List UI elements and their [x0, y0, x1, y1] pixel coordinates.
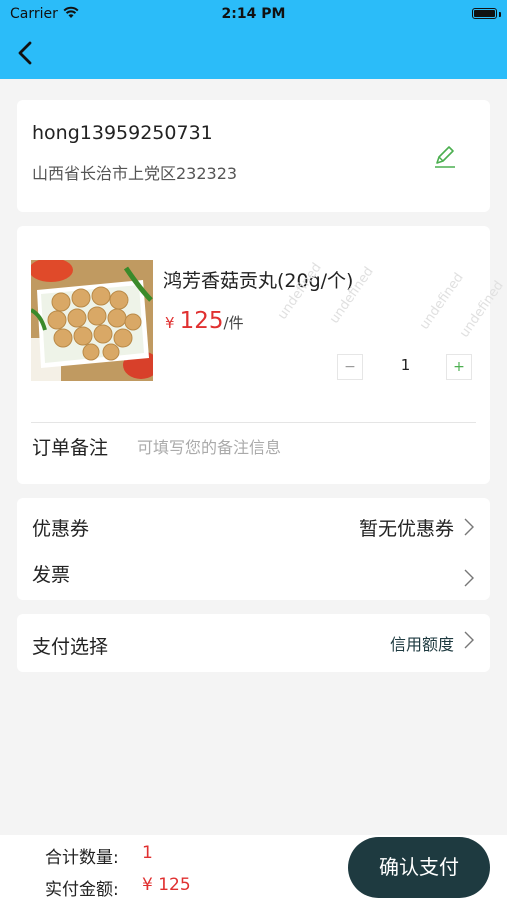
product-card: 鸿芳香菇贡丸(20g/个) ¥ 125/件 undefined undefine… [17, 226, 507, 484]
price-value: 125 [179, 308, 224, 334]
amount-value: ¥ 125 [142, 875, 191, 895]
payment-card[interactable]: 支付选择 信用额度 [17, 614, 490, 672]
battery-tip [499, 12, 501, 17]
product-name: 鸿芳香菇贡丸(20g/个) [163, 270, 354, 292]
remark-label: 订单备注 [32, 437, 109, 459]
watermark-text: undefined [457, 278, 507, 341]
quantity-value: 1 [400, 356, 411, 374]
total-count-value: 1 [142, 843, 153, 863]
amount-label: 实付金额: [45, 880, 119, 900]
recipient-name-phone: hong13959250731 [32, 122, 213, 144]
edit-pencil-icon[interactable] [432, 144, 458, 170]
product-price: ¥ 125/件 [165, 308, 244, 334]
remark-input[interactable] [135, 432, 479, 462]
address-detail: 山西省长治市上党区232323 [32, 164, 238, 183]
status-time: 2:14 PM [221, 6, 286, 22]
product-image [31, 260, 153, 381]
battery-icon [472, 8, 497, 19]
payment-label: 支付选择 [32, 636, 109, 658]
quantity-minus-button[interactable]: − [337, 354, 363, 380]
chevron-right-icon[interactable] [464, 518, 474, 536]
nav-header: Carrier 2:14 PM [0, 0, 507, 79]
divider [31, 422, 476, 423]
currency-symbol: ¥ [165, 314, 175, 332]
coupon-label: 优惠券 [32, 518, 90, 540]
chevron-right-icon[interactable] [464, 631, 474, 649]
coupon-invoice-card: 优惠券 暂无优惠券 发票 [17, 498, 490, 600]
chevron-right-icon[interactable] [464, 569, 474, 587]
coupon-value[interactable]: 暂无优惠券 [359, 514, 454, 541]
watermark-text: undefined [417, 270, 467, 333]
price-unit: /件 [223, 314, 244, 332]
invoice-label[interactable]: 发票 [32, 560, 70, 587]
quantity-plus-button[interactable]: + [446, 354, 472, 380]
address-card[interactable]: hong13959250731 山西省长治市上党区232323 [17, 100, 490, 212]
confirm-pay-button[interactable]: 确认支付 [348, 837, 490, 898]
payment-value[interactable]: 信用额度 [390, 631, 454, 655]
total-count-label: 合计数量: [45, 848, 119, 868]
back-arrow-icon[interactable] [14, 40, 38, 66]
status-bar: Carrier 2:14 PM [0, 5, 507, 25]
